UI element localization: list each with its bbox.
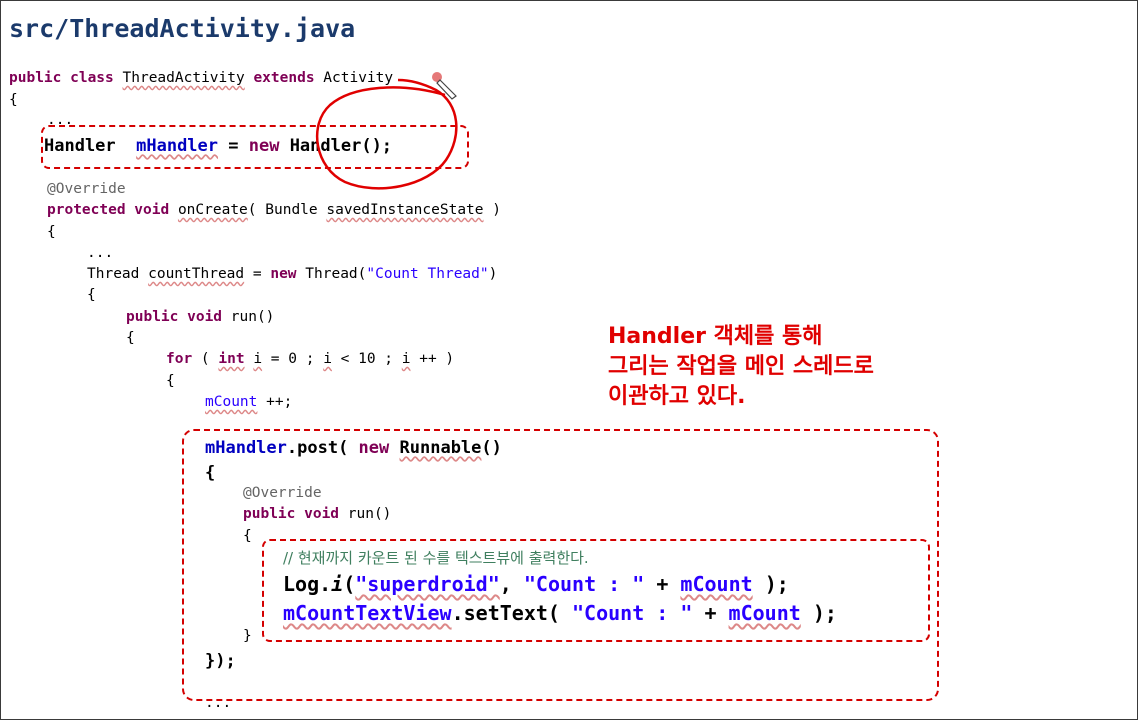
red-circle-mark — [315, 78, 458, 190]
note-line: Handler 객체를 통해 — [608, 324, 823, 349]
annotation-marks — [315, 72, 458, 190]
pen-cursor-icon — [436, 79, 457, 100]
explanation-note: Handler 객체를 통해 그리는 작업을 메인 스레드로 이관하고 있다. — [608, 322, 874, 412]
note-line: 이관하고 있다. — [608, 384, 746, 409]
note-line: 그리는 작업을 메인 스레드로 — [608, 354, 874, 379]
